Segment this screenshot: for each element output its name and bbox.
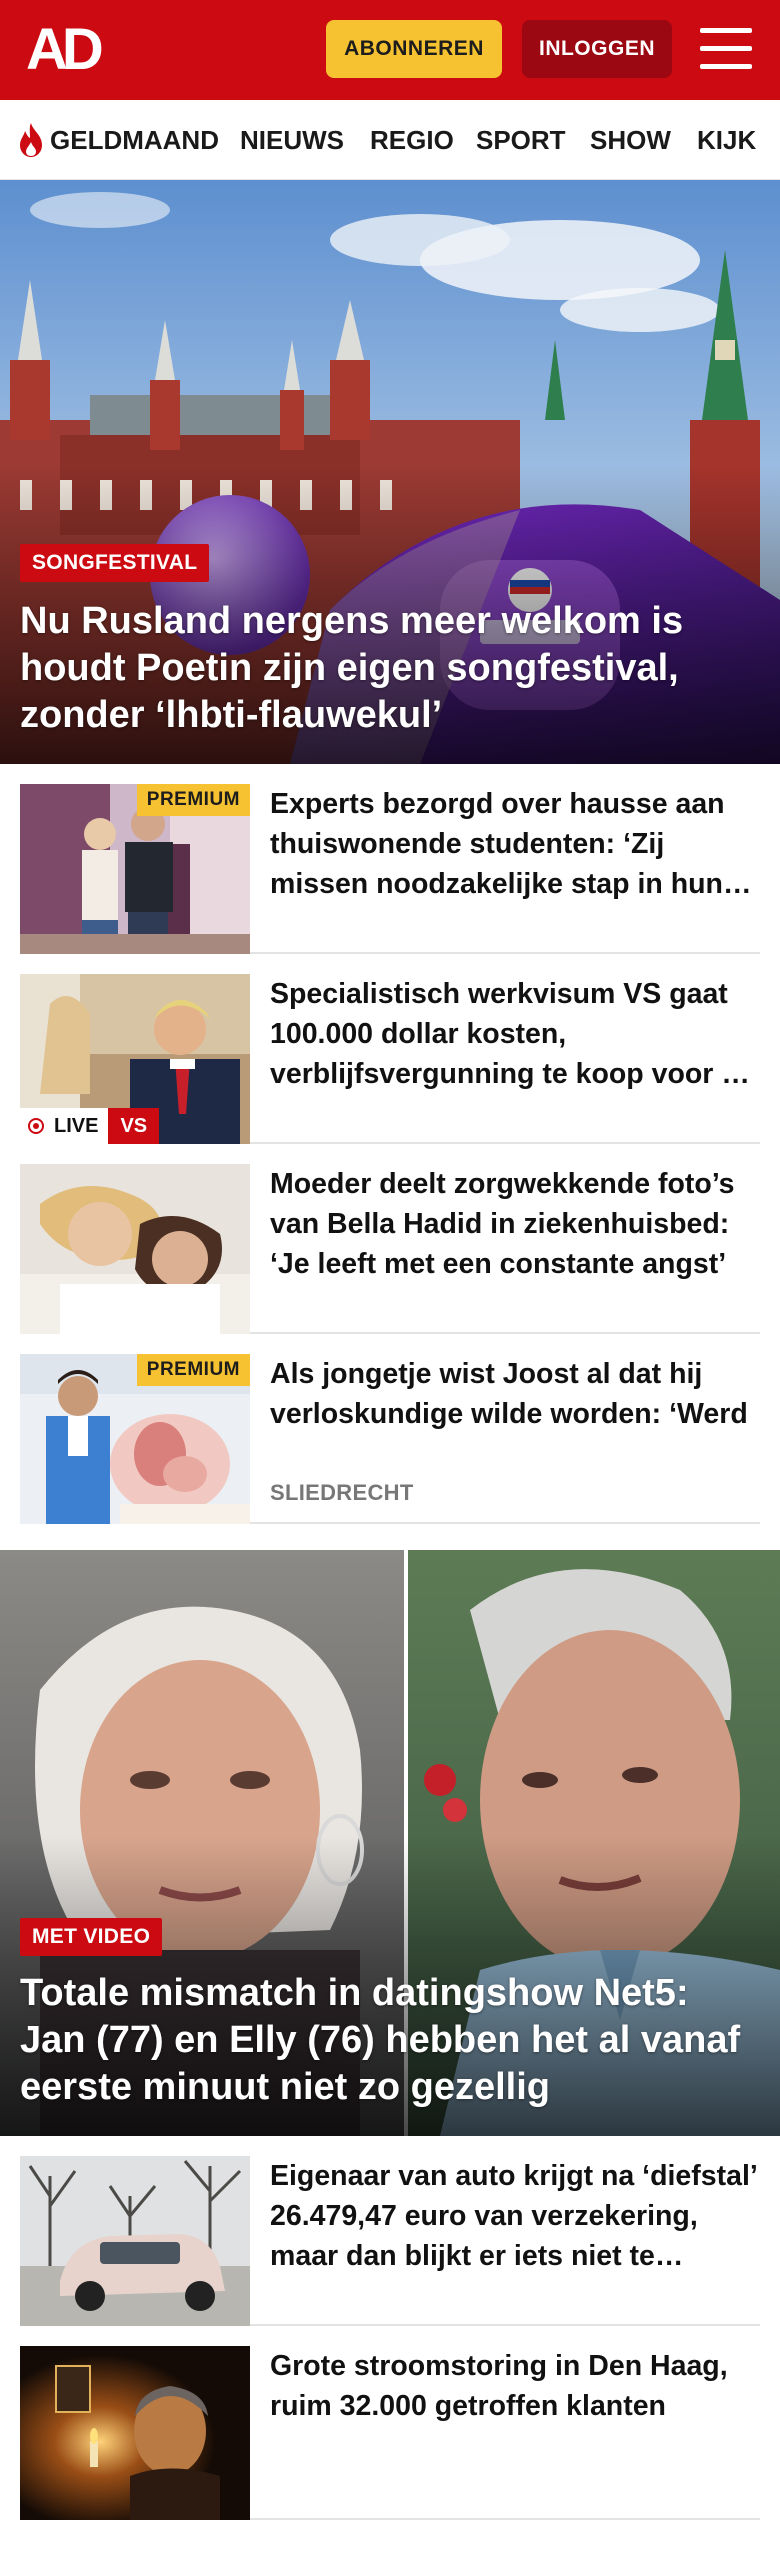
article-thumbnail	[20, 1164, 250, 1334]
list-item[interactable]: LIVE VS Specialistisch werkvisum VS gaat…	[20, 954, 760, 1144]
live-label: LIVE	[54, 1115, 99, 1137]
list-item[interactable]: Grote stroomstoring in Den Haag, ruim 32…	[20, 2326, 760, 2520]
category-tag: SONGFESTIVAL	[20, 544, 210, 582]
hero-title[interactable]: Totale mismatch in datingshow Net5: Jan …	[20, 1970, 760, 2111]
article-thumbnail: PREMIUM	[20, 1354, 250, 1524]
article-thumbnail	[20, 2346, 250, 2520]
nav-item-kijk[interactable]: KIJK	[697, 100, 756, 180]
login-button[interactable]: INLOGGEN	[522, 20, 672, 78]
article-title[interactable]: Eigenaar van auto krijgt na ‘diefstal’ 2…	[270, 2156, 760, 2276]
article-thumbnail	[20, 2156, 250, 2326]
nav-item-regio[interactable]: REGIO	[370, 100, 454, 180]
nav-item-sport[interactable]: SPORT	[476, 100, 566, 180]
main-nav: GELDMAAND NIEUWS REGIO SPORT SHOW KIJK	[0, 100, 780, 180]
live-topic-tag: VS	[108, 1108, 160, 1144]
top-bar: AD ABONNEREN INLOGGEN	[0, 0, 780, 100]
article-title[interactable]: Moeder deelt zorgwekkende foto’s van Bel…	[270, 1164, 760, 1284]
article-thumbnail: PREMIUM	[20, 784, 250, 954]
list-item[interactable]: PREMIUM Experts bezorgd over hausse aan …	[20, 764, 760, 954]
nav-item-geldmaand[interactable]: GELDMAAND	[50, 100, 219, 180]
live-badge: LIVE VS	[20, 1108, 160, 1144]
list-item[interactable]: Moeder deelt zorgwekkende foto’s van Bel…	[20, 1144, 760, 1334]
subscribe-button[interactable]: ABONNEREN	[326, 20, 502, 78]
article-thumbnail: LIVE VS	[20, 974, 250, 1144]
flame-icon	[20, 123, 42, 157]
article-title[interactable]: Als jongetje wist Joost al dat hij verlo…	[270, 1354, 760, 1434]
list-item[interactable]: PREMIUM Als jongetje wist Joost al dat h…	[20, 1334, 760, 1524]
nav-item-nieuws[interactable]: NIEUWS	[240, 100, 344, 180]
ad-logo[interactable]: AD	[26, 20, 116, 80]
category-tag: MET VIDEO	[20, 1918, 163, 1956]
hamburger-menu-icon[interactable]	[700, 26, 752, 72]
article-title[interactable]: Experts bezorgd over hausse aan thuiswon…	[270, 784, 760, 904]
live-dot-icon	[28, 1118, 44, 1134]
hero-article-datingshow[interactable]: MET VIDEO Totale mismatch in datingshow …	[0, 1550, 780, 2136]
hero-article-songfestival[interactable]: SONGFESTIVAL Nu Rusland nergens meer wel…	[0, 180, 780, 764]
nav-item-show[interactable]: SHOW	[590, 100, 671, 180]
premium-badge: PREMIUM	[136, 784, 250, 816]
article-title[interactable]: Specialistisch werkvisum VS gaat 100.000…	[270, 974, 760, 1094]
article-title[interactable]: Grote stroomstoring in Den Haag, ruim 32…	[270, 2346, 760, 2426]
hero-title[interactable]: Nu Rusland nergens meer welkom is houdt …	[20, 598, 760, 739]
list-item[interactable]: Eigenaar van auto krijgt na ‘diefstal’ 2…	[20, 2136, 760, 2326]
premium-badge: PREMIUM	[136, 1354, 250, 1386]
article-location: SLIEDRECHT	[270, 1480, 414, 1505]
